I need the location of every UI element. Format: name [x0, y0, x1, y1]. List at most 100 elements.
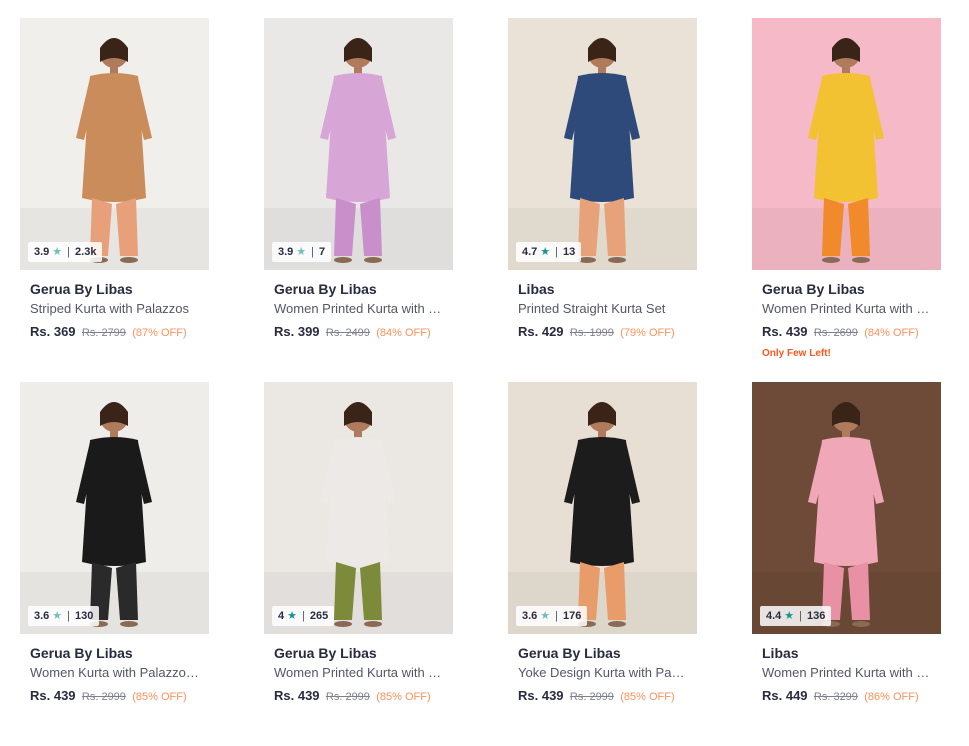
product-image[interactable]: 3.6 ★ | 130 [20, 382, 209, 634]
rating-separator: | [67, 246, 71, 258]
product-image[interactable]: 4 ★ | 265 [264, 382, 453, 634]
rating-value: 3.6 [522, 610, 538, 622]
rating-value: 4.4 [766, 610, 782, 622]
discounted-price: Rs. 439 [30, 688, 76, 703]
rating-separator: | [67, 610, 71, 622]
product-brand: Gerua By Libas [274, 281, 377, 297]
original-price: Rs. 2999 [325, 691, 370, 703]
star-icon: ★ [287, 609, 297, 622]
rating-separator: | [799, 610, 803, 622]
product-image[interactable]: 4.4 ★ | 136 [752, 382, 941, 634]
discount-percentage: (85% OFF) [620, 691, 675, 703]
product-info: Libas Women Printed Kurta with P... Rs. … [752, 634, 941, 705]
product-card[interactable]: Gerua By Libas Women Printed Kurta with … [752, 18, 941, 382]
product-card[interactable]: 4.4 ★ | 136 Libas Women Printed Kurta wi… [752, 382, 941, 746]
product-brand: Libas [518, 281, 555, 297]
rating-value: 3.9 [34, 246, 50, 258]
rating-badge: 4.7 ★ | 13 [516, 242, 582, 262]
product-info: Libas Printed Straight Kurta Set Rs. 429… [508, 270, 697, 341]
rating-separator: | [311, 246, 315, 258]
discounted-price: Rs. 439 [274, 688, 320, 703]
original-price: Rs. 2499 [325, 327, 370, 339]
price-row: Rs. 439 Rs. 2999 (85% OFF) [274, 688, 443, 705]
product-photo [752, 382, 941, 634]
star-icon: ★ [784, 609, 795, 622]
product-name: Striped Kurta with Palazzos [30, 301, 189, 316]
price-row: Rs. 439 Rs. 2999 (85% OFF) [518, 688, 687, 705]
price-row: Rs. 369 Rs. 2799 (87% OFF) [30, 324, 199, 341]
product-image[interactable]: 3.9 ★ | 7 [264, 18, 453, 270]
product-card[interactable]: 4.7 ★ | 13 Libas Printed Straight Kurta … [508, 18, 697, 382]
discounted-price: Rs. 429 [518, 324, 564, 339]
original-price: Rs. 2999 [569, 691, 614, 703]
product-image[interactable]: 3.6 ★ | 176 [508, 382, 697, 634]
price-row: Rs. 449 Rs. 3299 (86% OFF) [762, 688, 931, 705]
product-info: Gerua By Libas Women Printed Kurta with … [264, 270, 453, 341]
product-name: Women Printed Kurta with Tr... [274, 301, 443, 316]
product-brand: Gerua By Libas [274, 645, 377, 661]
rating-value: 4.7 [522, 246, 538, 258]
rating-separator: | [555, 246, 559, 258]
product-image[interactable]: 4.7 ★ | 13 [508, 18, 697, 270]
review-count: 130 [75, 610, 94, 622]
product-name: Women Printed Kurta with P... [762, 665, 931, 680]
original-price: Rs. 2699 [813, 327, 858, 339]
product-info: Gerua By Libas Women Printed Kurta with … [264, 634, 453, 705]
product-photo [264, 18, 453, 270]
rating-badge: 3.9 ★ | 2.3k [28, 242, 103, 262]
rating-badge: 3.6 ★ | 176 [516, 606, 588, 626]
discounted-price: Rs. 439 [762, 324, 808, 339]
product-name: Women Kurta with Palazzos ... [30, 665, 199, 680]
star-icon: ★ [540, 245, 551, 258]
product-photo [752, 18, 941, 270]
star-icon: ★ [296, 245, 307, 258]
star-icon: ★ [52, 245, 63, 258]
product-image[interactable] [752, 18, 941, 270]
review-count: 2.3k [75, 246, 97, 258]
product-name: Printed Straight Kurta Set [518, 301, 666, 316]
product-card[interactable]: 3.6 ★ | 130 Gerua By Libas Women Kurta w… [20, 382, 209, 746]
discounted-price: Rs. 369 [30, 324, 76, 339]
original-price: Rs. 2799 [81, 327, 126, 339]
original-price: Rs. 1999 [569, 327, 614, 339]
star-icon: ★ [52, 609, 63, 622]
rating-badge: 4 ★ | 265 [272, 606, 335, 626]
product-card[interactable]: 4 ★ | 265 Gerua By Libas Women Printed K… [264, 382, 453, 746]
rating-value: 3.9 [278, 246, 294, 258]
product-card[interactable]: 3.6 ★ | 176 Gerua By Libas Yoke Design K… [508, 382, 697, 746]
discount-percentage: (85% OFF) [376, 691, 431, 703]
review-count: 13 [563, 246, 576, 258]
product-photo [20, 18, 209, 270]
review-count: 265 [309, 610, 329, 622]
rating-separator: | [555, 610, 559, 622]
discount-percentage: (84% OFF) [376, 327, 431, 339]
product-brand: Gerua By Libas [762, 281, 865, 297]
rating-value: 3.6 [34, 610, 50, 622]
discounted-price: Rs. 449 [762, 688, 808, 703]
product-card[interactable]: 3.9 ★ | 2.3k Gerua By Libas Striped Kurt… [20, 18, 209, 382]
discount-percentage: (79% OFF) [620, 327, 675, 339]
review-count: 7 [319, 246, 326, 258]
rating-badge: 4.4 ★ | 136 [760, 606, 832, 626]
product-brand: Gerua By Libas [518, 645, 621, 661]
product-card[interactable]: 3.9 ★ | 7 Gerua By Libas Women Printed K… [264, 18, 453, 382]
rating-value: 4 [278, 610, 285, 622]
stock-warning: Only Few Left! [762, 348, 831, 359]
price-row: Rs. 429 Rs. 1999 (79% OFF) [518, 324, 687, 341]
price-row: Rs. 439 Rs. 2999 (85% OFF) [30, 688, 199, 705]
product-photo [264, 382, 453, 634]
discounted-price: Rs. 439 [518, 688, 564, 703]
product-info: Gerua By Libas Women Printed Kurta with … [752, 270, 941, 361]
product-image[interactable]: 3.9 ★ | 2.3k [20, 18, 209, 270]
product-brand: Libas [762, 645, 799, 661]
discount-percentage: (86% OFF) [864, 691, 919, 703]
product-name: Women Printed Kurta with Tr... [274, 665, 443, 680]
price-row: Rs. 439 Rs. 2699 (84% OFF) [762, 324, 931, 341]
product-info: Gerua By Libas Striped Kurta with Palazz… [20, 270, 209, 341]
price-row: Rs. 399 Rs. 2499 (84% OFF) [274, 324, 443, 341]
rating-badge: 3.6 ★ | 130 [28, 606, 100, 626]
star-icon: ★ [540, 609, 551, 622]
rating-separator: | [302, 610, 305, 622]
product-info: Gerua By Libas Yoke Design Kurta with Pa… [508, 634, 697, 705]
discounted-price: Rs. 399 [274, 324, 320, 339]
